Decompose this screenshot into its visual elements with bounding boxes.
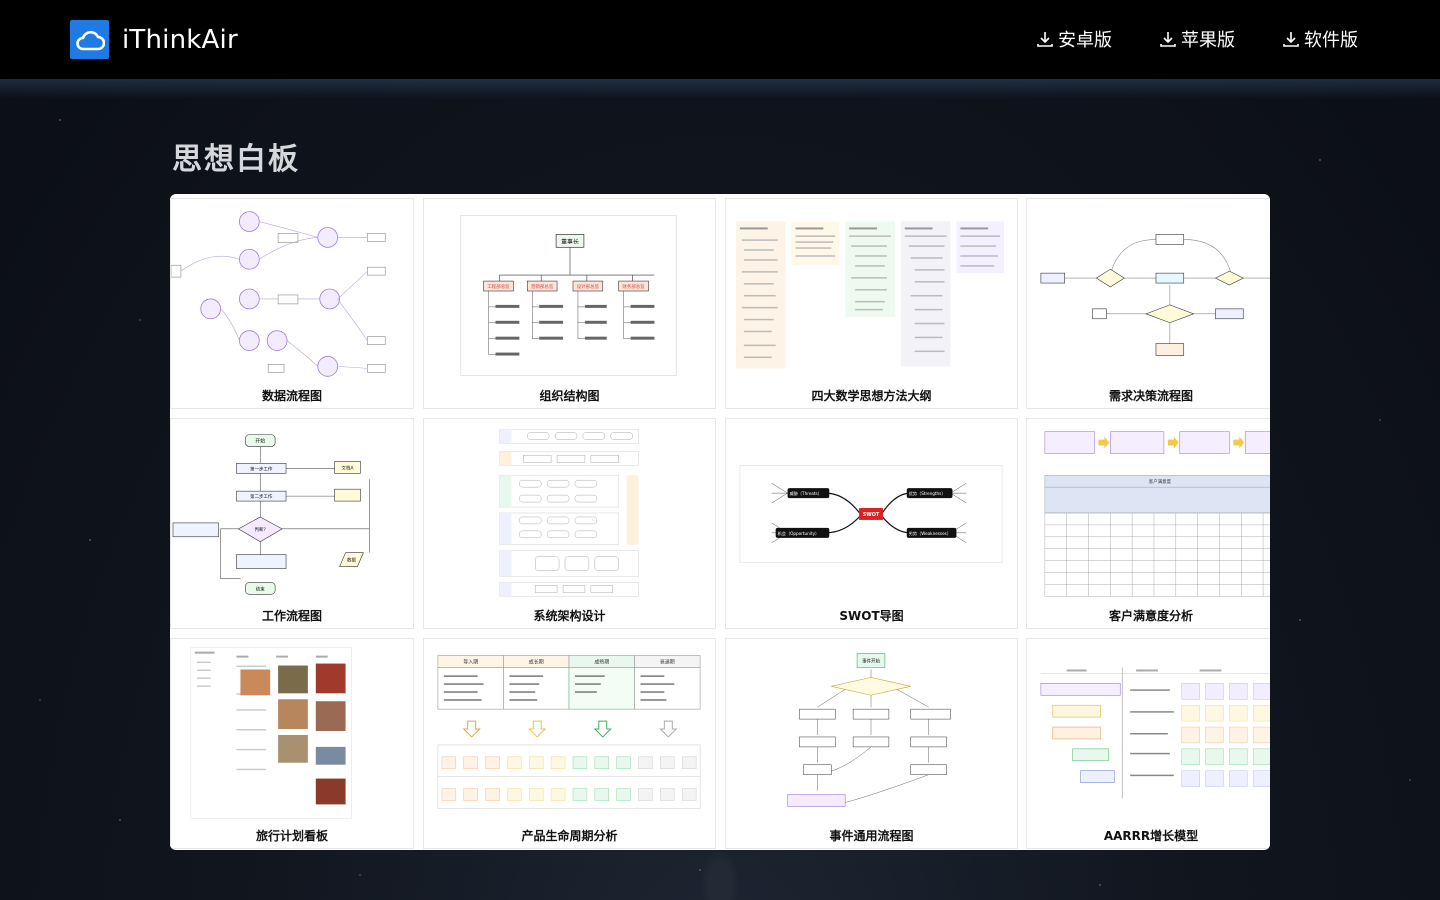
svg-text:营销部总监: 营销部总监 <box>531 283 554 290</box>
svg-text:第一步工作: 第一步工作 <box>250 465 273 472</box>
template-card-work-flow[interactable]: 开始 第一步工作 第二步工作 判断? 结束 文档A 数据 工作流程图 <box>170 418 414 629</box>
svg-text:数据: 数据 <box>347 557 356 564</box>
download-ios-label: 苹果版 <box>1181 30 1235 51</box>
template-card-label: 旅行计划看板 <box>255 829 328 843</box>
template-card-aarrr[interactable]: AARRR增长模型 <box>1026 638 1270 849</box>
template-card-label: AARRR增长模型 <box>1103 829 1199 843</box>
template-card-label: 工作流程图 <box>261 609 322 623</box>
swot-thumbnail: SWOT 威胁（Threats） 机会（Opportunity） 优势（Stre… <box>739 465 1003 563</box>
download-desktop-label: 软件版 <box>1304 30 1358 51</box>
svg-text:财务部总监: 财务部总监 <box>622 283 645 290</box>
template-card-label: 数据流程图 <box>261 389 322 403</box>
svg-text:成长期: 成长期 <box>529 658 544 665</box>
template-card-label: 四大数学思想方法大纲 <box>811 389 932 403</box>
svg-text:判断?: 判断? <box>255 526 267 533</box>
product-lifecycle-thumbnail: 导入期 成长期 成熟期 衰退期 <box>437 655 701 809</box>
template-card-travel-kanban[interactable]: 旅行计划看板 <box>170 638 414 849</box>
template-card-system-architecture[interactable]: 系统架构设计 <box>423 418 716 629</box>
svg-text:开始: 开始 <box>255 438 265 445</box>
cloud-logo-icon <box>70 20 109 59</box>
download-android-label: 安卓版 <box>1058 30 1112 51</box>
download-icon <box>1283 32 1299 47</box>
template-card-label: 需求决策流程图 <box>1108 389 1193 403</box>
template-card-math-outline[interactable]: 四大数学思想方法大纲 <box>725 198 1018 409</box>
download-icon <box>1037 32 1053 47</box>
template-card-product-lifecycle[interactable]: 导入期 成长期 成熟期 衰退期 产品生命周期分析 <box>423 638 716 849</box>
download-android-link[interactable]: 安卓版 <box>1036 26 1112 52</box>
template-card-label: SWOT导图 <box>839 609 904 623</box>
aarrr-thumbnail <box>1040 667 1270 799</box>
top-navigation-bar: iThinkAir 安卓版 苹果版 软件版 <box>0 0 1440 79</box>
background-silhouette <box>700 850 740 900</box>
template-card-customer-satisfaction[interactable]: 客户满意度 客户满意度分析 <box>1026 418 1270 629</box>
svg-text:设计部总监: 设计部总监 <box>577 283 600 290</box>
svg-text:工程部总监: 工程部总监 <box>487 283 510 290</box>
math-outline-thumbnail <box>735 221 1005 369</box>
template-card-decision-flow[interactable]: 需求决策流程图 <box>1026 198 1270 409</box>
svg-text:优势（Strengths）: 优势（Strengths） <box>909 490 946 496</box>
template-card-label: 产品生命周期分析 <box>521 829 618 843</box>
system-architecture-thumbnail <box>499 429 639 597</box>
org-chart-thumbnail: 董事长 工程部总监 营销部总监 设计部总监 财务部总监 <box>460 215 677 376</box>
svg-text:SWOT: SWOT <box>863 512 880 518</box>
template-card-label: 组织结构图 <box>539 389 600 403</box>
template-card-label: 事件通用流程图 <box>829 829 914 843</box>
svg-text:衰退期: 衰退期 <box>660 658 675 665</box>
template-gallery: 数据流程图 董事长 工程部总监 营销部总监 设计部总监 财务部总监 组织结构图 … <box>170 194 1270 850</box>
event-flow-thumbnail: 事件开始 <box>787 653 951 807</box>
template-card-swot[interactable]: SWOT 威胁（Threats） 机会（Opportunity） 优势（Stre… <box>725 418 1018 629</box>
svg-text:成熟期: 成熟期 <box>594 658 609 665</box>
header-glow <box>0 79 1440 99</box>
template-card-org-chart[interactable]: 董事长 工程部总监 营销部总监 设计部总监 财务部总监 组织结构图 <box>423 198 716 409</box>
work-flow-thumbnail: 开始 第一步工作 第二步工作 判断? 结束 文档A 数据 <box>172 434 370 595</box>
template-card-label: 客户满意度分析 <box>1108 609 1193 623</box>
download-icon <box>1160 32 1176 47</box>
svg-text:导入期: 导入期 <box>463 659 478 665</box>
download-desktop-link[interactable]: 软件版 <box>1282 26 1358 52</box>
svg-text:机会（Opportunity）: 机会（Opportunity） <box>778 530 820 536</box>
svg-text:董事长: 董事长 <box>561 237 579 245</box>
svg-text:事件开始: 事件开始 <box>862 657 880 664</box>
download-ios-link[interactable]: 苹果版 <box>1159 26 1235 52</box>
svg-text:文档A: 文档A <box>342 464 355 471</box>
section-title: 思想白板 <box>172 142 300 177</box>
template-card-label: 系统架构设计 <box>533 609 606 623</box>
template-card-data-flow[interactable]: 数据流程图 <box>170 198 414 409</box>
brand-logo[interactable]: iThinkAir <box>70 20 238 59</box>
svg-text:客户满意度: 客户满意度 <box>1149 478 1172 485</box>
customer-satisfaction-thumbnail: 客户满意度 <box>1044 431 1270 597</box>
template-card-event-flow[interactable]: 事件开始 事件通用流程图 <box>725 638 1018 849</box>
decision-flow-thumbnail <box>1040 234 1270 356</box>
svg-text:劣势（Weaknesses）: 劣势（Weaknesses） <box>909 530 951 536</box>
travel-kanban-thumbnail <box>190 647 352 819</box>
data-flow-thumbnail <box>171 211 386 377</box>
svg-text:结束: 结束 <box>256 585 265 592</box>
svg-text:威胁（Threats）: 威胁（Threats） <box>790 490 822 496</box>
svg-text:第二步工作: 第二步工作 <box>250 493 273 500</box>
brand-name: iThinkAir <box>122 24 238 55</box>
